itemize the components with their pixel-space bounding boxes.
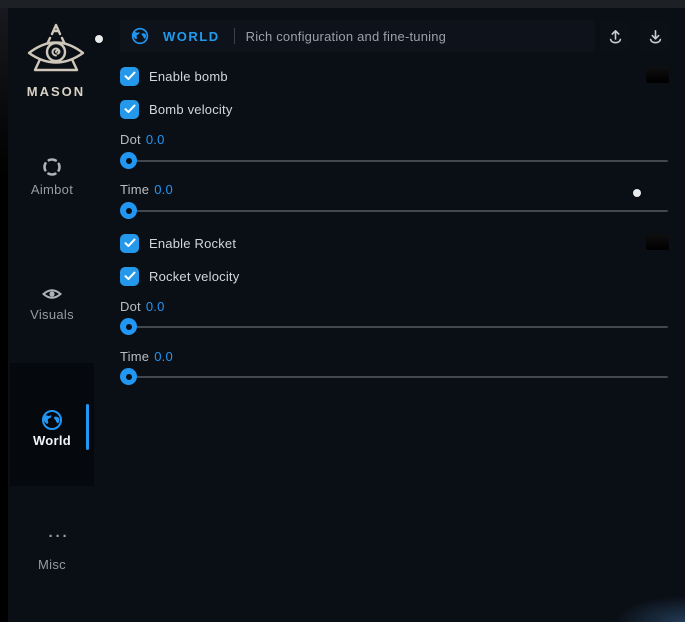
background-corner-glow — [615, 596, 685, 622]
cursor-dot — [633, 189, 641, 197]
check-icon — [124, 238, 136, 248]
sidebar-item-world[interactable]: World — [8, 433, 96, 448]
checkbox-label[interactable]: Bomb velocity — [149, 102, 233, 117]
globe-icon — [41, 409, 63, 431]
eye-icon — [41, 283, 63, 305]
slider-value: 0.0 — [146, 132, 165, 147]
slider-thumb[interactable] — [120, 152, 137, 169]
check-icon — [124, 104, 136, 114]
slider-label: Time0.0 — [120, 182, 173, 197]
slider-label: Dot0.0 — [120, 132, 165, 147]
sidebar: MASON Aimbot Visuals World ··· Misc — [8, 8, 108, 622]
checkbox-row: Enable bomb — [120, 66, 228, 86]
checkbox-checked[interactable] — [120, 234, 139, 253]
slider-label: Dot0.0 — [120, 299, 165, 314]
upload-icon — [608, 29, 623, 44]
download-config-button[interactable] — [640, 21, 670, 51]
upload-config-button[interactable] — [600, 21, 630, 51]
slider-value: 0.0 — [146, 299, 165, 314]
check-icon — [124, 271, 136, 281]
slider-value: 0.0 — [154, 182, 173, 197]
crosshair-icon — [41, 156, 63, 178]
check-icon — [124, 71, 136, 81]
mason-logo-icon — [25, 22, 87, 78]
checkbox-label[interactable]: Enable bomb — [149, 69, 228, 84]
slider-track[interactable] — [120, 160, 668, 162]
slider-track[interactable] — [120, 326, 668, 328]
checkbox-label[interactable]: Enable Rocket — [149, 236, 236, 251]
sidebar-item-aimbot[interactable]: Aimbot — [8, 182, 96, 197]
checkbox-checked[interactable] — [120, 267, 139, 286]
color-swatch[interactable] — [646, 234, 669, 250]
slider-track[interactable] — [120, 210, 668, 212]
brand-name: MASON — [8, 84, 104, 99]
page-title: WORLD — [163, 29, 220, 44]
checkbox-label[interactable]: Rocket velocity — [149, 269, 239, 284]
slider-thumb[interactable] — [120, 202, 137, 219]
cursor-dot — [95, 35, 103, 43]
slider-label: Time0.0 — [120, 349, 173, 364]
slider-thumb[interactable] — [120, 318, 137, 335]
download-icon — [648, 29, 663, 44]
ellipsis-icon: ··· — [44, 532, 74, 548]
checkbox-checked[interactable] — [120, 67, 139, 86]
slider-track[interactable] — [120, 376, 668, 378]
sidebar-item-misc[interactable]: Misc — [8, 557, 96, 572]
active-item-indicator — [86, 404, 89, 450]
background-left-strip — [0, 8, 8, 178]
checkbox-row: Rocket velocity — [120, 266, 239, 286]
checkbox-row: Bomb velocity — [120, 99, 233, 119]
slider-value: 0.0 — [154, 349, 173, 364]
header-divider — [234, 28, 235, 44]
slider-thumb[interactable] — [120, 368, 137, 385]
checkbox-row: Enable Rocket — [120, 233, 236, 253]
page-subtitle: Rich configuration and fine-tuning — [246, 29, 446, 44]
cheat-menu-window: MASON Aimbot Visuals World ··· Misc — [8, 8, 685, 622]
page-header: WORLD Rich configuration and fine-tuning — [120, 20, 595, 52]
sidebar-item-visuals[interactable]: Visuals — [8, 307, 96, 322]
background-top-strip — [0, 0, 685, 8]
checkbox-checked[interactable] — [120, 100, 139, 119]
globe-icon — [131, 27, 149, 45]
color-swatch[interactable] — [646, 67, 669, 83]
